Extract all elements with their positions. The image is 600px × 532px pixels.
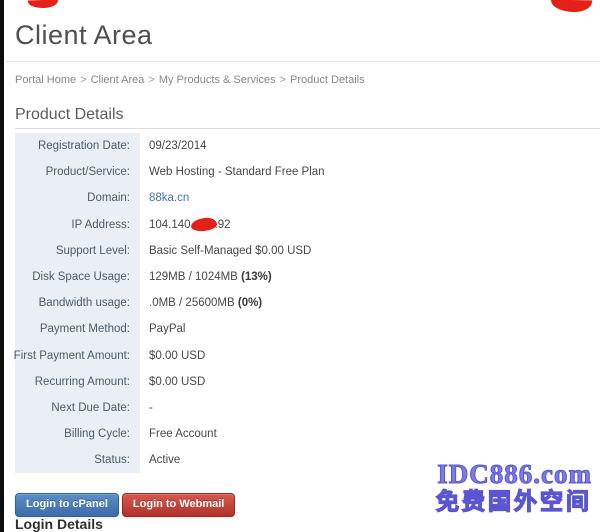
breadcrumb-item[interactable]: Product Details (290, 74, 365, 86)
domain-link[interactable]: 88ka.cn (149, 192, 189, 204)
detail-value: Basic Self-Managed $0.00 USD (140, 238, 311, 264)
detail-value: 09/23/2014 (140, 133, 207, 159)
detail-row: Product/Service: Web Hosting - Standard F… (15, 159, 585, 185)
detail-label: Recurring Amount: (15, 369, 140, 395)
detail-label: Payment Method: (15, 316, 140, 342)
login-to-webmail-button[interactable]: Login to Webmail (122, 493, 235, 517)
detail-row: Support Level: Basic Self-Managed $0.00 U… (15, 238, 585, 264)
detail-value: .0MB / 25600MB (0%) (140, 290, 262, 316)
value-text: Web Hosting - Standard Free Plan (149, 166, 325, 178)
detail-row: Billing Cycle: Free Account (15, 421, 585, 447)
section-divider (15, 128, 600, 129)
watermark-chinese-text: 免费国外空间 (436, 488, 592, 517)
detail-label: Bandwidth usage: (15, 290, 140, 316)
detail-value: Web Hosting - Standard Free Plan (140, 159, 325, 185)
section-title-login-details: Login Details (15, 516, 103, 532)
detail-value: Free Account (140, 421, 217, 447)
detail-value: 104.140.92 (140, 212, 231, 238)
value-text: Free Account (149, 428, 217, 440)
breadcrumb-item[interactable]: Portal Home (15, 74, 76, 86)
detail-label: Status: (15, 447, 140, 473)
value-text: 104.140 (149, 219, 191, 231)
login-to-cpanel-button[interactable]: Login to cPanel (15, 493, 119, 517)
detail-row: Registration Date: 09/23/2014 (15, 133, 585, 159)
detail-label: Support Level: (15, 238, 140, 264)
detail-row: Domain: 88ka.cn (15, 185, 585, 211)
breadcrumb: Portal Home>Client Area>My Products & Se… (15, 74, 365, 86)
value-text: PayPal (149, 323, 185, 335)
page-title: Client Area (15, 20, 153, 51)
detail-value: Active (140, 447, 180, 473)
breadcrumb-item[interactable]: Client Area (91, 74, 145, 86)
usage-percent: (0%) (238, 297, 262, 309)
detail-row: Bandwidth usage:.0MB / 25600MB (0%) (15, 290, 585, 316)
breadcrumb-item[interactable]: My Products & Services (159, 74, 276, 86)
product-details-table: Registration Date: 09/23/2014 Product/Serv… (15, 133, 585, 473)
detail-row: Next Due Date:- (15, 395, 585, 421)
detail-value: 88ka.cn (140, 185, 189, 211)
section-title-product-details: Product Details (15, 106, 124, 124)
detail-label: IP Address: (15, 212, 140, 238)
detail-value: - (140, 395, 153, 421)
value-text: $0.00 USD (149, 350, 205, 362)
value-text: Basic Self-Managed $0.00 USD (149, 245, 311, 257)
client-area-page: { "page": { "title": "Client Area", "sec… (0, 0, 600, 532)
value-text: Active (149, 454, 180, 466)
detail-value: 129MB / 1024MB (13%) (140, 264, 272, 290)
detail-label: Disk Space Usage: (15, 264, 140, 290)
detail-row: First Payment Amount: $0.00 USD (15, 343, 585, 369)
detail-row: Payment Method: PayPal (15, 316, 585, 342)
detail-row: Recurring Amount: $0.00 USD (15, 369, 585, 395)
breadcrumb-separator: > (148, 74, 154, 86)
breadcrumb-separator: > (80, 74, 86, 86)
detail-label: Billing Cycle: (15, 421, 140, 447)
redaction-scribble-top-right (551, 0, 592, 12)
detail-label: Registration Date: (15, 133, 140, 159)
detail-label: Domain: (15, 185, 140, 211)
detail-value: $0.00 USD (140, 343, 205, 369)
detail-label: Product/Service: (15, 159, 140, 185)
header-divider (6, 61, 600, 62)
value-text: 09/23/2014 (149, 140, 207, 152)
detail-value: PayPal (140, 316, 185, 342)
detail-value: $0.00 USD (140, 369, 205, 395)
screen-edge-artifact (0, 0, 4, 532)
value-text: .0MB / 25600MB (149, 297, 238, 309)
detail-row: Disk Space Usage:129MB / 1024MB (13%) (15, 264, 585, 290)
value-text: 129MB / 1024MB (149, 271, 241, 283)
value-text: $0.00 USD (149, 376, 205, 388)
action-buttons: Login to cPanel Login to Webmail (15, 493, 235, 517)
breadcrumb-separator: > (280, 74, 286, 86)
value-text: - (149, 402, 153, 414)
redaction-scribble-ip (190, 217, 217, 232)
detail-label: First Payment Amount: (15, 343, 140, 369)
usage-percent: (13%) (241, 271, 272, 283)
detail-label: Next Due Date: (15, 395, 140, 421)
redaction-scribble-top-left (28, 0, 58, 9)
detail-row: Status: Active (15, 447, 585, 473)
detail-row: IP Address:104.140.92 (15, 212, 585, 238)
